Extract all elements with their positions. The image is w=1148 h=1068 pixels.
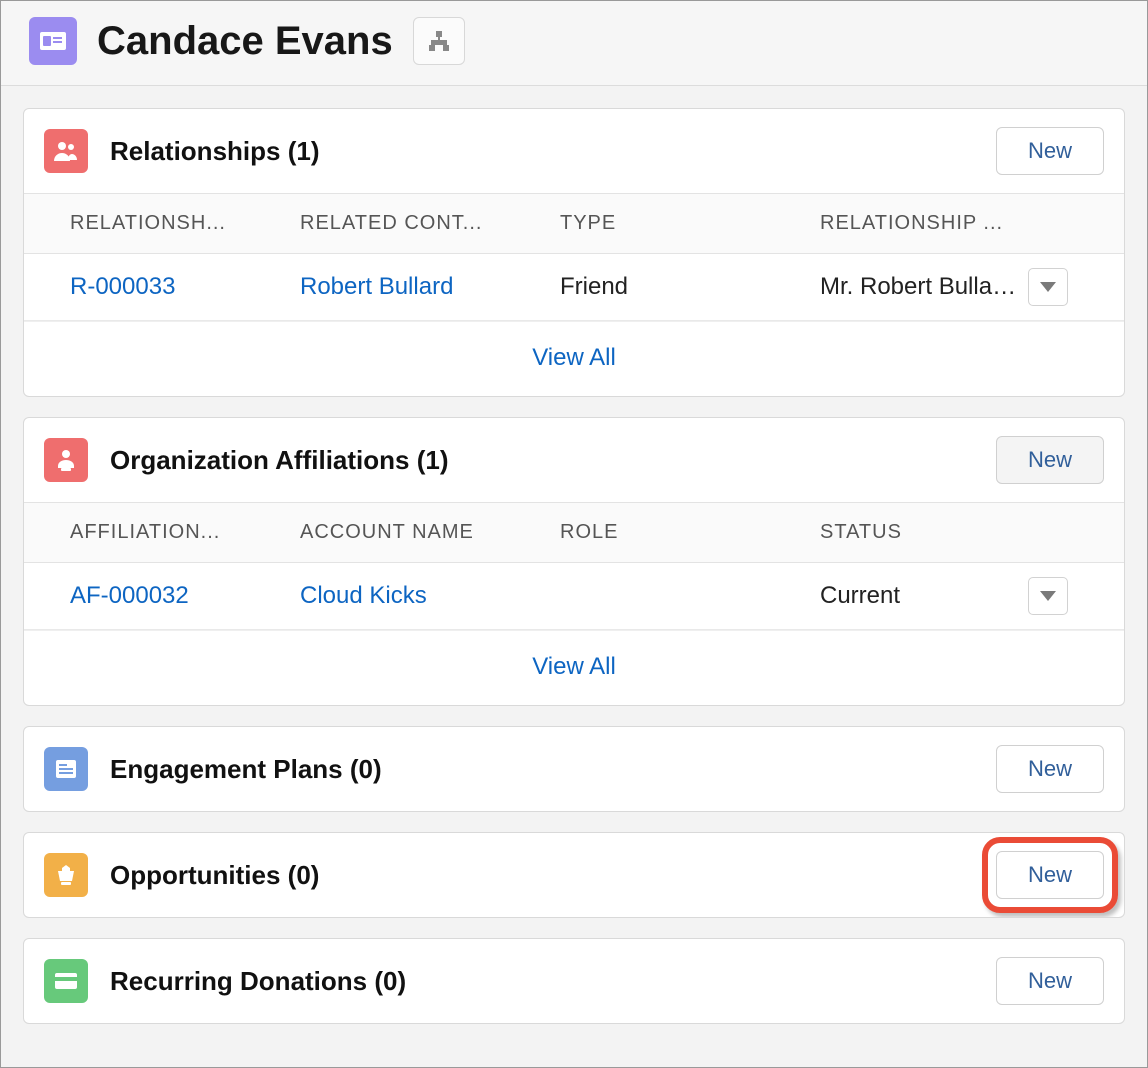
status-cell: Current bbox=[820, 582, 1018, 610]
affiliation-id-link[interactable]: AF-000032 bbox=[70, 582, 189, 610]
col-related-contact: RELATED CONT... bbox=[300, 212, 550, 235]
engagement-new-button[interactable]: New bbox=[996, 745, 1104, 793]
hierarchy-button[interactable] bbox=[413, 17, 465, 65]
affiliations-icon bbox=[44, 438, 88, 482]
table-header: AFFILIATION... ACCOUNT NAME ROLE STATUS bbox=[24, 502, 1124, 563]
recurring-card: Recurring Donations (0) New bbox=[23, 938, 1125, 1024]
explanation-cell: Mr. Robert Bullar... bbox=[820, 273, 1018, 301]
row-actions-button[interactable] bbox=[1028, 577, 1068, 615]
col-explanation: RELATIONSHIP ... bbox=[820, 212, 1018, 235]
engagement-icon bbox=[44, 747, 88, 791]
contact-icon bbox=[29, 17, 77, 65]
card-title: Recurring Donations (0) bbox=[110, 966, 974, 997]
table-header: RELATIONSH... RELATED CONT... TYPE RELAT… bbox=[24, 193, 1124, 254]
card-header: Opportunities (0) New bbox=[24, 833, 1124, 917]
col-affiliation: AFFILIATION... bbox=[70, 521, 290, 544]
opportunities-new-button[interactable]: New bbox=[996, 851, 1104, 899]
chevron-down-icon bbox=[1040, 282, 1056, 292]
account-link[interactable]: Cloud Kicks bbox=[300, 582, 427, 609]
opportunities-card: Opportunities (0) New bbox=[23, 832, 1125, 918]
col-status: STATUS bbox=[820, 521, 1018, 544]
relationships-view-all[interactable]: View All bbox=[24, 321, 1124, 396]
col-type: TYPE bbox=[560, 212, 810, 235]
affiliations-view-all[interactable]: View All bbox=[24, 630, 1124, 705]
row-actions-button[interactable] bbox=[1028, 268, 1068, 306]
related-contact-link[interactable]: Robert Bullard bbox=[300, 273, 453, 300]
hierarchy-icon bbox=[428, 31, 450, 51]
relationships-icon bbox=[44, 129, 88, 173]
card-header: Relationships (1) New bbox=[24, 109, 1124, 193]
card-title: Relationships (1) bbox=[110, 136, 974, 167]
opportunities-icon bbox=[44, 853, 88, 897]
table-row: R-000033 Robert Bullard Friend Mr. Rober… bbox=[24, 254, 1124, 321]
card-title: Organization Affiliations (1) bbox=[110, 445, 974, 476]
col-relationship: RELATIONSH... bbox=[70, 212, 290, 235]
chevron-down-icon bbox=[1040, 591, 1056, 601]
type-cell: Friend bbox=[560, 273, 810, 301]
recurring-icon bbox=[44, 959, 88, 1003]
table-row: AF-000032 Cloud Kicks Current bbox=[24, 563, 1124, 630]
highlight-callout: New bbox=[996, 851, 1104, 899]
page-header: Candace Evans bbox=[1, 1, 1147, 86]
affiliations-new-button[interactable]: New bbox=[996, 436, 1104, 484]
card-header: Recurring Donations (0) New bbox=[24, 939, 1124, 1023]
relationship-id-link[interactable]: R-000033 bbox=[70, 273, 175, 301]
recurring-new-button[interactable]: New bbox=[996, 957, 1104, 1005]
engagement-card: Engagement Plans (0) New bbox=[23, 726, 1125, 812]
card-header: Organization Affiliations (1) New bbox=[24, 418, 1124, 502]
content-area: Relationships (1) New RELATIONSH... RELA… bbox=[1, 86, 1147, 1024]
card-title: Opportunities (0) bbox=[110, 860, 974, 891]
col-role: ROLE bbox=[560, 521, 810, 544]
affiliations-card: Organization Affiliations (1) New AFFILI… bbox=[23, 417, 1125, 706]
relationships-card: Relationships (1) New RELATIONSH... RELA… bbox=[23, 108, 1125, 397]
col-account: ACCOUNT NAME bbox=[300, 521, 550, 544]
relationships-new-button[interactable]: New bbox=[996, 127, 1104, 175]
card-header: Engagement Plans (0) New bbox=[24, 727, 1124, 811]
page-title: Candace Evans bbox=[97, 19, 393, 64]
card-title: Engagement Plans (0) bbox=[110, 754, 974, 785]
